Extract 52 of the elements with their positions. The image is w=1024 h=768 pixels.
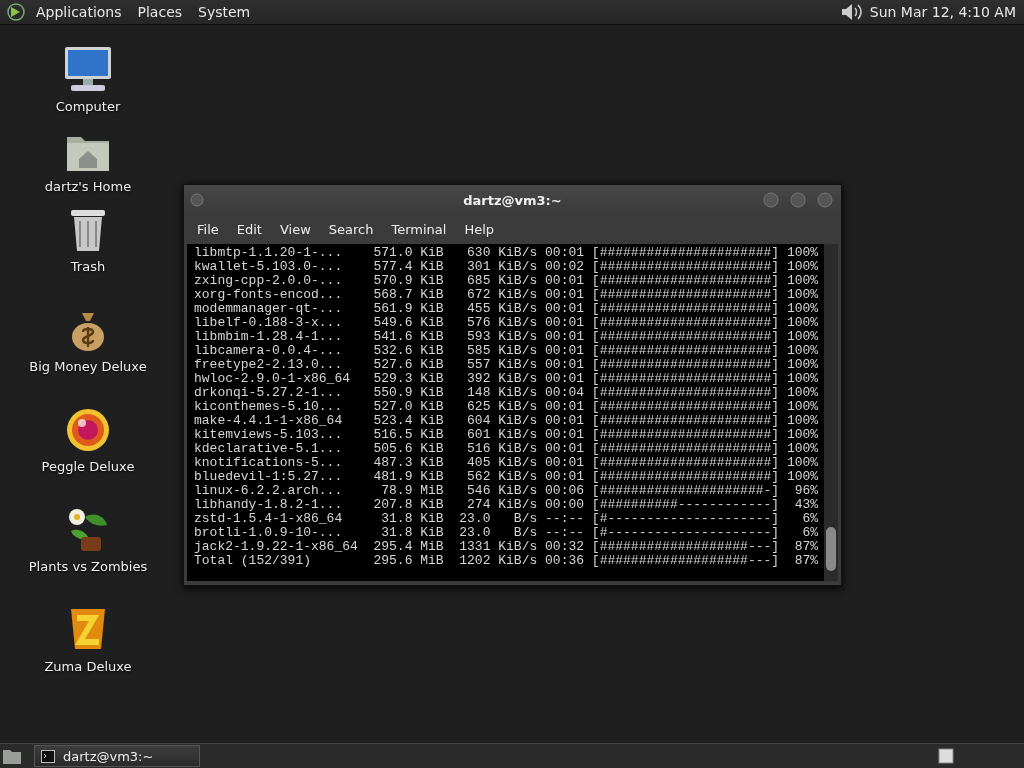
terminal-line: libmtp-1.1.20-1-... 571.0 KiB 630 KiB/s 00:01 [######################] 100% bbox=[194, 246, 820, 260]
workspace-icon[interactable] bbox=[938, 748, 954, 764]
terminal-menu-item[interactable]: View bbox=[270, 222, 320, 237]
scrollbar[interactable] bbox=[824, 244, 838, 581]
terminal-line: zstd-1.5.4-1-x86_64 31.8 KiB 23.0 B/s --:-- [#---------------------] 6% bbox=[194, 512, 820, 526]
terminal-line: kwallet-5.103.0-... 577.4 KiB 301 KiB/s 00:02 [######################] 100% bbox=[194, 260, 820, 274]
terminal-line: libelf-0.188-3-x... 549.6 KiB 576 KiB/s 00:01 [######################] 100% bbox=[194, 316, 820, 330]
foot-logo-icon bbox=[6, 2, 26, 22]
terminal-menu-item[interactable]: Search bbox=[319, 222, 383, 237]
terminal-line: freetype2-2.13.0... 527.6 KiB 557 KiB/s 00:01 [######################] 100% bbox=[194, 358, 820, 372]
panel-menu[interactable]: Places bbox=[131, 4, 189, 20]
terminal-line: hwloc-2.9.0-1-x86_64 529.3 KiB 392 KiB/s 00:01 [######################] 100% bbox=[194, 372, 820, 386]
terminal-line: kiconthemes-5.10... 527.0 KiB 625 KiB/s 00:01 [######################] 100% bbox=[194, 400, 820, 414]
desktop-icon-label[interactable]: dartz's Home bbox=[44, 179, 132, 194]
terminal-menu-item[interactable]: Edit bbox=[227, 222, 271, 237]
terminal-line: bluedevil-1:5.27... 481.9 KiB 562 KiB/s 00:01 [######################] 100% bbox=[194, 470, 820, 484]
panel-menu[interactable]: Applications bbox=[30, 4, 128, 20]
ball-icon bbox=[65, 407, 111, 453]
terminal-line: libcamera-0.0.4-... 532.6 KiB 585 KiB/s 00:01 [######################] 100% bbox=[194, 344, 820, 358]
terminal-line: kdeclarative-5.1... 505.6 KiB 516 KiB/s 00:01 [######################] 100% bbox=[194, 442, 820, 456]
terminal-line: kitemviews-5.103... 516.5 KiB 601 KiB/s 00:01 [######################] 100% bbox=[194, 428, 820, 442]
terminal-line: modemmanager-qt-... 561.9 KiB 455 KiB/s 00:01 [######################] 100% bbox=[194, 302, 820, 316]
terminal-line: knotifications-5... 487.3 KiB 405 KiB/s 00:01 [######################] 100% bbox=[194, 456, 820, 470]
terminal-line: make-4.4.1-1-x86_64 523.4 KiB 604 KiB/s 00:01 [######################] 100% bbox=[194, 414, 820, 428]
terminal-line: brotli-1.0.9-10-... 31.8 KiB 23.0 B/s --:-- [#---------------------] 6% bbox=[194, 526, 820, 540]
terminal-menu-item[interactable]: Terminal bbox=[382, 222, 456, 237]
terminal-menu-item[interactable]: File bbox=[188, 222, 228, 237]
computer-icon bbox=[63, 45, 113, 93]
show-desktop-icon[interactable] bbox=[2, 747, 22, 765]
desktop-icon-label[interactable]: Peggle Deluxe bbox=[41, 459, 135, 474]
terminal-line: xorg-fonts-encod... 568.7 KiB 672 KiB/s 00:01 [######################] 100% bbox=[194, 288, 820, 302]
terminal-line: drkonqi-5.27.2-1... 550.9 KiB 148 KiB/s 00:04 [######################] 100% bbox=[194, 386, 820, 400]
scrollbar-thumb[interactable] bbox=[826, 527, 836, 571]
speaker-icon[interactable] bbox=[839, 2, 862, 22]
desktop-icon-label[interactable]: Computer bbox=[55, 99, 121, 114]
clock[interactable]: Sun Mar 12, 4:10 AM bbox=[869, 4, 1016, 20]
terminal-line: linux-6.2.2.arch... 78.9 MiB 546 KiB/s 00:06 [#####################-] 96% bbox=[194, 484, 820, 498]
terminal-icon bbox=[41, 749, 55, 763]
window-title: dartz@vm3:~ bbox=[463, 192, 562, 208]
desktop-icon-label[interactable]: Zuma Deluxe bbox=[44, 659, 132, 674]
terminal-line: zxing-cpp-2.0.0-... 570.9 KiB 685 KiB/s 00:01 [######################] 100% bbox=[194, 274, 820, 288]
terminal-line: Total (152/391) 295.6 MiB 1202 KiB/s 00:36 [###################---] 87% bbox=[194, 554, 820, 568]
desktop-icon-label[interactable]: Trash bbox=[70, 259, 106, 274]
desktop-icon-label[interactable]: Plants vs Zombies bbox=[28, 559, 148, 574]
terminal-line: jack2-1.9.22-1-x86_64 295.4 MiB 1331 KiB/s 00:32 [###################---] 87% bbox=[194, 540, 820, 554]
terminal-line: libhandy-1.8.2-1... 207.8 KiB 274 KiB/s 00:00 [##########------------] 43% bbox=[194, 498, 820, 512]
desktop-icon-label[interactable]: Big Money Deluxe bbox=[29, 359, 147, 374]
terminal-menu-item[interactable]: Help bbox=[455, 222, 504, 237]
trash-icon bbox=[68, 207, 108, 253]
terminal-line: libmbim-1.28.4-1... 541.6 KiB 593 KiB/s 00:01 [######################] 100% bbox=[194, 330, 820, 344]
panel-menu[interactable]: System bbox=[192, 4, 257, 20]
taskbar-button[interactable]: dartz@vm3:~ bbox=[34, 745, 200, 767]
